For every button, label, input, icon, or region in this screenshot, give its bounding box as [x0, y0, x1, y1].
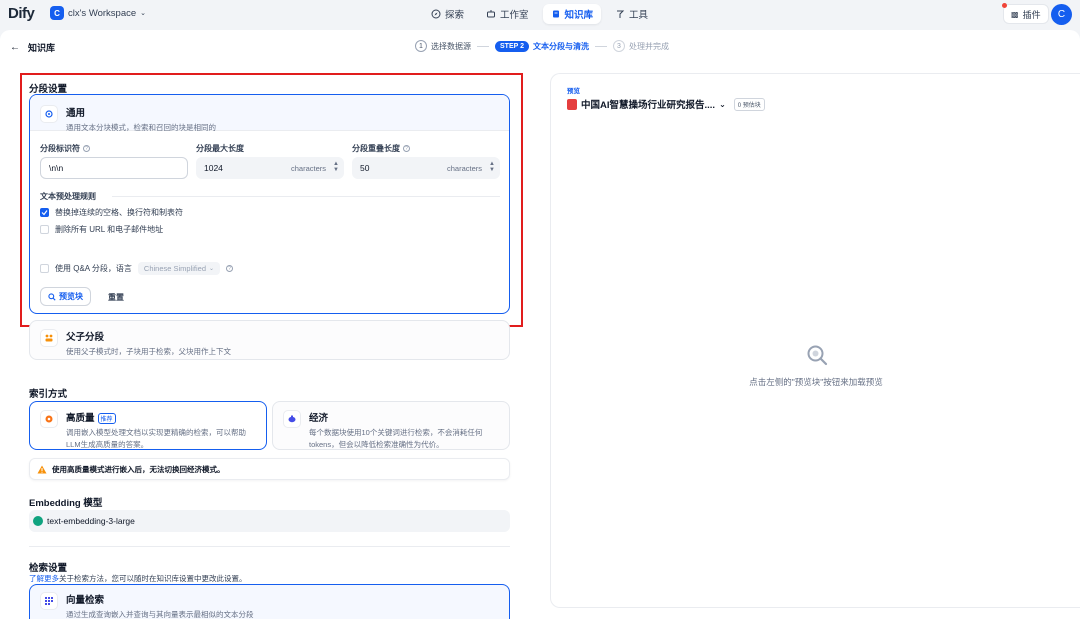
segment-section-title: 分段设置 — [29, 84, 68, 95]
retrieval-section-title: 检索设置 — [29, 563, 68, 574]
nav-explore[interactable]: 探索 — [423, 4, 472, 24]
dify-logo[interactable]: Dify — [8, 5, 35, 22]
preview-panel: 预览 中国AI智慧操场行业研究报告.... ⌄ 0 预估块 点击左侧的"预览块"… — [550, 73, 1080, 608]
recommended-badge: 推荐 — [97, 412, 116, 424]
step-indicator: 1 选择数据源 STEP 2 文本分段与清洗 3 处理并完成 — [415, 40, 669, 52]
back-to-knowledge[interactable]: ← 知识库 — [10, 41, 55, 54]
delimiter-label: 分段标识符? — [40, 143, 90, 154]
vector-search-card[interactable]: 向量检索 通过生成查询嵌入并查询与其向量表示最相似的文本分段 — [29, 584, 510, 619]
nav-knowledge[interactable]: 知识库 — [542, 4, 602, 24]
parent-child-icon — [40, 329, 58, 347]
section-divider — [29, 546, 510, 547]
compass-icon — [431, 9, 441, 19]
retrieval-subtitle: 了解更多关于检索方法，您可以随时在知识库设置中更改此设置。 — [29, 574, 247, 583]
checkbox-unchecked[interactable] — [40, 264, 49, 273]
qa-segment-option[interactable]: 使用 Q&A 分段，语言 Chinese Simplified ⌄ ? — [40, 262, 234, 275]
chevron-down-icon: ⌄ — [140, 10, 147, 17]
stepper-icon[interactable]: ▲ ▼ — [333, 161, 339, 173]
chevron-down-icon: ⌄ — [719, 99, 726, 109]
embedding-section-title: Embedding 模型 — [29, 498, 103, 509]
max-length-label: 分段最大长度 — [196, 144, 244, 153]
plugins-button[interactable]: ▩ 插件 — [1002, 3, 1049, 24]
reset-button[interactable]: 重置 — [108, 292, 124, 303]
notification-dot — [1002, 3, 1007, 8]
chevron-down-icon: ⌄ — [209, 266, 215, 272]
rules-divider — [112, 196, 500, 197]
help-icon[interactable]: ? — [226, 265, 234, 272]
overlap-label: 分段重叠长度? — [352, 143, 410, 154]
checkbox-unchecked[interactable] — [40, 225, 49, 234]
openai-icon — [33, 516, 43, 526]
vector-grid-icon — [40, 592, 58, 610]
help-icon[interactable]: ? — [83, 145, 90, 153]
embedding-model-select[interactable]: text-embedding-3-large — [29, 510, 510, 532]
parent-child-segment-card[interactable]: 父子分段 使用父子模式时，子块用于检索，父块用作上下文 — [29, 320, 510, 360]
sparkle-icon — [40, 410, 58, 428]
step-3: 3 处理并完成 — [613, 40, 669, 52]
step-2: STEP 2 文本分段与清洗 — [495, 40, 589, 52]
overlap-input[interactable]: 50 characters ▲ ▼ — [352, 157, 500, 179]
general-segment-card[interactable]: 通用 通用文本分块模式，检索和召回的块是相同的 分段标识符? \n\n 分段最大… — [29, 94, 510, 314]
preview-label: 预览 — [567, 88, 580, 95]
workspace-name: clx's Workspace — [68, 7, 137, 19]
index-warning: 使用高质量模式进行嵌入后，无法切换回经济模式。 — [29, 458, 510, 480]
general-desc: 通用文本分块模式，检索和召回的块是相同的 — [66, 123, 216, 132]
plugin-icon: ▩ — [1011, 9, 1019, 19]
step-divider — [595, 45, 607, 47]
search-icon — [48, 292, 56, 301]
preprocess-rules-label: 文本预处理规则 — [40, 192, 96, 201]
preview-empty-text: 点击左侧的"预览块"按钮来加载预览 — [749, 377, 883, 387]
delimiter-input[interactable]: \n\n — [40, 157, 188, 179]
preview-chunks-button[interactable]: 预览块 — [40, 287, 91, 306]
step-1: 1 选择数据源 — [415, 40, 471, 52]
arrow-left-icon: ← — [10, 42, 20, 53]
book-icon — [552, 10, 559, 18]
stepper-icon[interactable]: ▲ ▼ — [489, 161, 495, 173]
warning-icon — [37, 465, 47, 473]
estimated-chunks-badge: 0 预估块 — [733, 97, 765, 111]
workspace-switcher[interactable]: C clx's Workspace ⌄ — [50, 6, 146, 20]
main-nav: 探索 工作室 知识库 工具 — [423, 4, 656, 24]
piggy-bank-icon — [283, 410, 301, 428]
rule-replace-whitespace[interactable]: 替换掉连续的空格、换行符和制表符 — [40, 207, 183, 218]
nav-studio[interactable]: 工作室 — [478, 4, 537, 24]
pdf-file-icon — [567, 98, 577, 110]
checkbox-checked[interactable] — [40, 208, 49, 217]
preview-document-select[interactable]: 中国AI智慧操场行业研究报告.... ⌄ 0 预估块 — [567, 97, 765, 111]
workspace-avatar: C — [50, 6, 64, 20]
robot-icon — [487, 10, 496, 18]
gear-icon — [40, 105, 58, 123]
help-icon[interactable]: ? — [403, 145, 410, 153]
learn-more-link[interactable]: 了解更多 — [29, 574, 59, 583]
nav-tools[interactable]: 工具 — [607, 4, 656, 24]
index-economy-card[interactable]: 经济 每个数据块使用10个关键词进行检索，不会消耗任何 tokens，但会以降低… — [272, 401, 510, 450]
general-title: 通用 — [66, 108, 86, 119]
index-section-title: 索引方式 — [29, 389, 68, 400]
max-length-input[interactable]: 1024 characters ▲ ▼ — [196, 157, 344, 179]
user-avatar[interactable]: C — [1051, 4, 1072, 25]
tool-icon — [617, 10, 625, 18]
search-empty-icon — [807, 345, 828, 366]
rule-remove-urls[interactable]: 删除所有 URL 和电子邮件地址 — [40, 224, 163, 235]
index-high-quality-card[interactable]: 高质量 推荐 调用嵌入模型处理文档以实现更精确的检索，可以帮助 LLM生成高质量的… — [29, 401, 267, 450]
top-nav-bar: Dify C clx's Workspace ⌄ 探索 工作室 知识库 工具 ▩… — [0, 0, 1080, 30]
language-select: Chinese Simplified ⌄ — [137, 262, 221, 275]
step-divider — [477, 45, 489, 47]
